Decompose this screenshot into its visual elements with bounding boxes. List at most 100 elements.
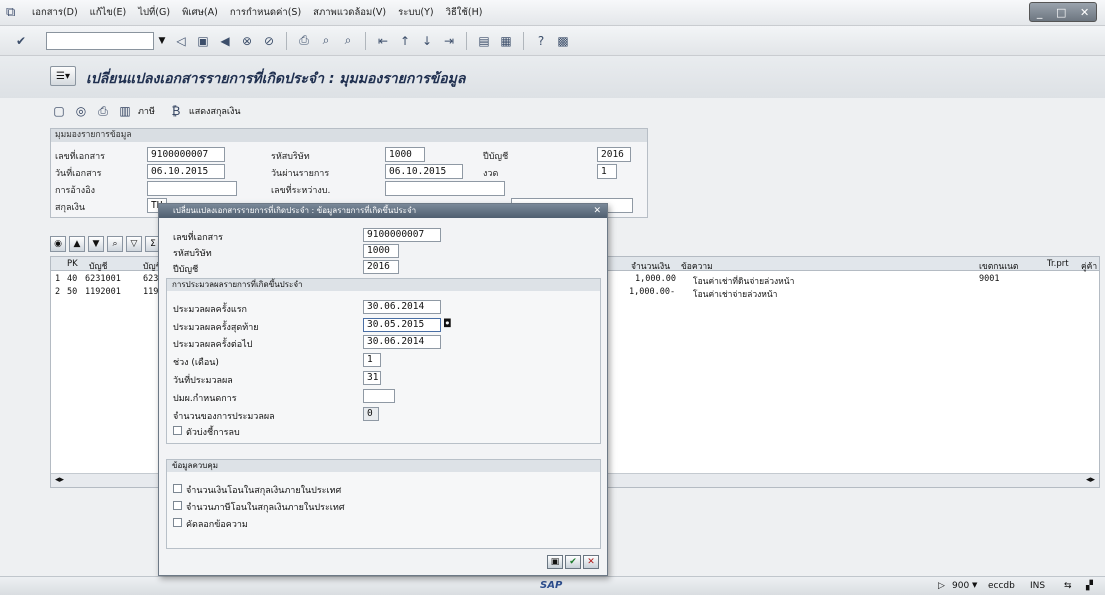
window-controls: _ □ ✕	[1029, 2, 1097, 22]
dialog-company[interactable]: 1000	[363, 244, 399, 258]
scroll-right-icon[interactable]: ◂▸	[1086, 475, 1095, 485]
details-icon[interactable]: ◉	[50, 236, 66, 252]
new-session-icon[interactable]: ▤	[476, 33, 492, 49]
next-run-date[interactable]: 30.06.2014	[363, 335, 441, 349]
chevron-down-icon[interactable]: ▼	[972, 581, 977, 589]
scroll-left-icon[interactable]: ◂▸	[55, 475, 64, 485]
help-icon[interactable]: ?	[533, 33, 549, 49]
command-field[interactable]	[46, 31, 154, 50]
cross-company-field[interactable]	[385, 181, 505, 196]
menu-document[interactable]: เอกสาร(D)	[32, 5, 78, 20]
minimize-icon[interactable]: _	[1037, 6, 1043, 19]
menu-environment[interactable]: สภาพแวดล้อม(V)	[313, 5, 386, 20]
deletion-indicator-label: ตัวบ่งชี้การลบ	[186, 428, 240, 438]
sap-logo: SAP	[540, 580, 563, 591]
back-icon[interactable]: ◀	[217, 33, 233, 49]
menu-edit[interactable]: แก้ไข(E)	[90, 5, 127, 20]
company-field[interactable]: 1000	[385, 147, 425, 162]
separator	[365, 31, 366, 50]
period-field[interactable]: 1	[597, 164, 617, 179]
display-currency-button[interactable]: แสดงสกุลเงิน	[189, 104, 241, 118]
cancel-icon[interactable]: ✕	[583, 555, 599, 569]
col-partner[interactable]: คู่ค้า	[1081, 259, 1097, 273]
col-cost-center[interactable]: เขตกนเนต	[979, 259, 1018, 273]
menu-settings[interactable]: การกำหนดค่า(S)	[230, 5, 301, 20]
layout-icon[interactable]: ▩	[555, 33, 571, 49]
company-label: รหัสบริษัท	[271, 152, 310, 162]
filter-icon[interactable]: ▽	[126, 236, 142, 252]
run-day[interactable]: 31	[363, 371, 381, 385]
enter-icon[interactable]: ✔	[13, 33, 29, 49]
screen-menu-button[interactable]: ☰▾	[50, 66, 76, 86]
find-next-icon[interactable]: ⌕	[340, 33, 356, 49]
posting-key: 50	[67, 287, 78, 297]
run-count-label: จำนวนของการประมวลผล	[173, 412, 275, 422]
layout-menu-icon[interactable]: ▞	[1086, 581, 1093, 591]
print-icon[interactable]: ⎙	[296, 33, 312, 49]
transfer-tax-label: จำนวนภาษีโอนในสกุลเงินภายในประเทศ	[186, 503, 345, 513]
fiscal-year-field[interactable]: 2016	[597, 147, 631, 162]
sap-window-icon[interactable]: ⧉	[6, 5, 24, 21]
print-icon[interactable]: ⎙	[95, 103, 111, 119]
currency-icon[interactable]: ₿	[168, 103, 184, 119]
item-text: โอนค่าเช่าจ่ายล่วงหน้า	[693, 290, 778, 300]
transfer-tax-checkbox[interactable]	[173, 501, 182, 510]
first-page-icon[interactable]: ⇤	[375, 33, 391, 49]
reference-field[interactable]	[147, 181, 237, 196]
save-icon[interactable]: ▣	[547, 555, 563, 569]
tray-icon[interactable]: ⇆	[1064, 581, 1072, 591]
col-account[interactable]: บัญชี	[89, 259, 107, 273]
transfer-amount-checkbox[interactable]	[173, 484, 182, 493]
doc-no-field[interactable]: 9100000007	[147, 147, 225, 162]
cancel-icon[interactable]: ⊘	[261, 33, 277, 49]
col-trading-partner[interactable]: Tr.prt	[1047, 259, 1069, 269]
save-icon[interactable]: ▣	[195, 33, 211, 49]
tax-button[interactable]: ภาษี	[138, 104, 155, 118]
menu-system[interactable]: ระบบ(Y)	[398, 5, 433, 20]
menu-goto[interactable]: ไปที่(G)	[138, 5, 170, 20]
close-icon[interactable]: ✕	[593, 204, 601, 218]
insert-mode[interactable]: INS	[1030, 581, 1045, 591]
col-amount[interactable]: จำนวนเงิน	[631, 259, 670, 273]
last-page-icon[interactable]: ⇥	[441, 33, 457, 49]
chevron-down-icon[interactable]: ▼	[154, 32, 170, 50]
doc-no-label: เลขที่เอกสาร	[173, 233, 223, 243]
status-play-icon[interactable]: ▷	[938, 581, 945, 591]
posting-date-field[interactable]: 06.10.2015	[385, 164, 463, 179]
overview-icon[interactable]: ◎	[73, 103, 89, 119]
sort-asc-icon[interactable]: ▲	[69, 236, 85, 252]
close-icon[interactable]: ✕	[1080, 6, 1089, 19]
calendar-picker-icon[interactable]: ◘	[443, 317, 452, 330]
shortcut-icon[interactable]: ▦	[498, 33, 514, 49]
first-run-date[interactable]: 30.06.2014	[363, 300, 441, 314]
find-icon[interactable]: ⌕	[107, 236, 123, 252]
back-arrow-icon[interactable]: ◁	[173, 33, 189, 49]
interval-months[interactable]: 1	[363, 353, 381, 367]
standard-toolbar: ✔ ▼ ◁ ▣ ◀ ⊗ ⊘ ⎙ ⌕ ⌕ ⇤ ↑ ↓ ⇥ ▤ ▦ ? ▩	[0, 26, 1105, 56]
sort-desc-icon[interactable]: ▼	[88, 236, 104, 252]
menubar: ⧉ เอกสาร(D) แก้ไข(E) ไปที่(G) พิเศษ(A) ก…	[0, 0, 1105, 26]
doc-date-field[interactable]: 06.10.2015	[147, 164, 225, 179]
dialog-doc-no[interactable]: 9100000007	[363, 228, 441, 242]
confirm-icon[interactable]: ✔	[565, 555, 581, 569]
col-text[interactable]: ข้อความ	[681, 259, 713, 273]
copy-text-checkbox[interactable]	[173, 518, 182, 527]
exit-icon[interactable]: ⊗	[239, 33, 255, 49]
find-icon[interactable]: ⌕	[318, 33, 334, 49]
maximize-icon[interactable]: □	[1056, 6, 1066, 19]
group-title: ข้อมูลควบคุม	[167, 460, 600, 472]
next-page-icon[interactable]: ↓	[419, 33, 435, 49]
client-number: 900	[952, 581, 970, 591]
document-icon[interactable]: ▢	[51, 103, 67, 119]
prev-page-icon[interactable]: ↑	[397, 33, 413, 49]
menu-help[interactable]: วิธีใช้(H)	[446, 5, 483, 20]
col-pk[interactable]: PK	[67, 259, 78, 269]
tax-icon[interactable]: ▥	[117, 103, 133, 119]
menu-extras[interactable]: พิเศษ(A)	[182, 5, 218, 20]
grid-toolbar: ◉ ▲ ▼ ⌕ ▽ Σ	[50, 236, 164, 254]
recurring-entry-dialog: เปลี่ยนแปลงเอกสารรายการที่เกิดประจำ : ข้…	[158, 203, 608, 576]
dialog-fiscal-year[interactable]: 2016	[363, 260, 399, 274]
deletion-indicator-checkbox[interactable]	[173, 426, 182, 435]
calendar-field[interactable]	[363, 389, 395, 403]
last-run-date[interactable]: 30.05.2015	[363, 318, 441, 332]
